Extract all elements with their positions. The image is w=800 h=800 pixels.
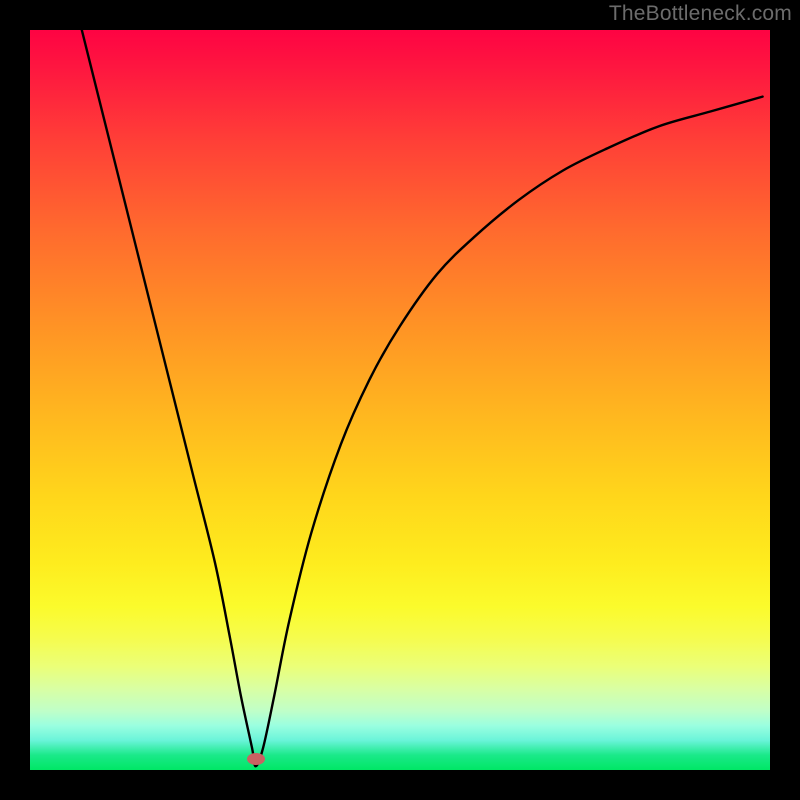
chart-frame: TheBottleneck.com bbox=[0, 0, 800, 800]
bottleneck-curve bbox=[30, 30, 770, 770]
attribution-label: TheBottleneck.com bbox=[609, 2, 792, 26]
plot-area bbox=[30, 30, 770, 770]
optimal-point-marker bbox=[247, 753, 265, 765]
